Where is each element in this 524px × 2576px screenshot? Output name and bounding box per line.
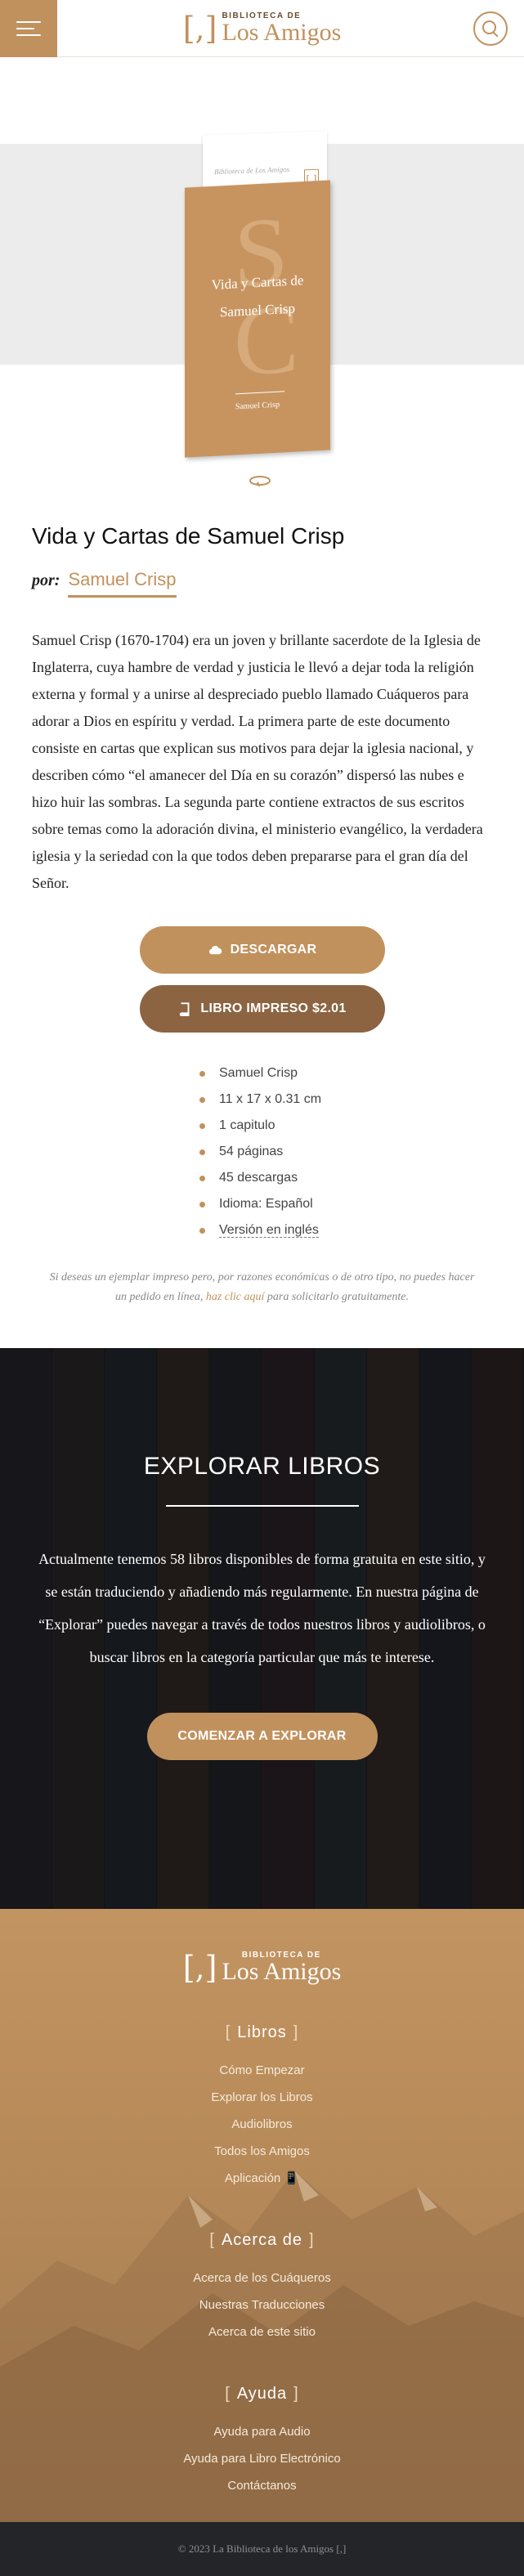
footer-heading-text: Acerca de — [221, 2231, 303, 2249]
cover-title-line: Vida y Cartas de — [211, 272, 304, 293]
fact-dimensions: 11 x 17 x 0.31 cm — [199, 1086, 492, 1113]
english-version-link[interactable]: Versión en inglés — [219, 1223, 319, 1238]
footer-heading-text: Libros — [237, 2023, 287, 2041]
book-actions: Descargar Libro Impreso $2.01 — [32, 926, 492, 1033]
menu-line — [16, 20, 41, 23]
book-front-cover: SC Vida y Cartas de Samuel Crisp Samuel … — [185, 180, 330, 458]
book-cover-area: Biblioteca de Los Amigos [,] SC Vida y C… — [0, 57, 524, 487]
footer-link[interactable]: Acerca de este sitio — [208, 2325, 316, 2339]
footer-heading: [Ayuda] — [225, 2385, 299, 2403]
explore-text: Actualmente tenemos 58 libros disponible… — [38, 1551, 486, 1665]
footer-content: [,] BIBLIOTECA DE Los Amigos [Libros] Có… — [0, 1909, 524, 2499]
footer-link[interactable]: Contáctanos — [227, 2479, 296, 2493]
print-request-note: Si deseas un ejemplar impreso pero, por … — [50, 1268, 475, 1307]
footer-links: Cómo Empezar Explorar los Libros Audioli… — [0, 2057, 524, 2192]
footer-link-item: Ayuda para Libro Electrónico — [0, 2445, 524, 2472]
footer-heading-text: Ayuda — [236, 2385, 288, 2403]
footer-link-item: Explorar los Libros — [0, 2084, 524, 2111]
footer-link[interactable]: Ayuda para Audio — [213, 2425, 310, 2439]
footer-link[interactable]: Nuestras Traducciones — [199, 2298, 325, 2312]
hamburger-menu-button[interactable] — [0, 0, 57, 57]
footer-link-item: Acerca de los Cuáqueros — [0, 2265, 524, 2292]
footer-link[interactable]: Cómo Empezar — [219, 2063, 304, 2077]
footer-link[interactable]: Audiolibros — [231, 2117, 292, 2131]
footer-links: Acerca de los Cuáqueros Nuestras Traducc… — [0, 2265, 524, 2345]
site-footer: [,] BIBLIOTECA DE Los Amigos [Libros] Có… — [0, 1909, 524, 2522]
footer-section-ayuda: [Ayuda] Ayuda para Audio Ayuda para Libr… — [0, 2385, 524, 2499]
note-text: para solicitarlo gratuitamente. — [266, 1291, 409, 1303]
copyright-text: © 2023 La Biblioteca de los Amigos [,] — [177, 2542, 347, 2555]
footer-link-item: Todos los Amigos — [0, 2138, 524, 2165]
download-button[interactable]: Descargar — [139, 926, 385, 974]
book-title: Vida y Cartas de Samuel Crisp — [32, 523, 345, 549]
footer-link[interactable]: Acerca de los Cuáqueros — [193, 2271, 330, 2285]
footer-heading: [Acerca de] — [209, 2231, 315, 2249]
flip-icon[interactable] — [248, 474, 272, 489]
logo-text: BIBLIOTECA DE Los Amigos — [222, 11, 342, 46]
footer-logo[interactable]: [,] BIBLIOTECA DE Los Amigos — [0, 1951, 524, 1984]
download-label: Descargar — [230, 943, 317, 956]
book-description: Samuel Crisp (1670-1704) era un joven y … — [32, 632, 483, 891]
footer-section-acerca: [Acerca de] Acerca de los Cuáqueros Nues… — [0, 2231, 524, 2345]
book-cover-3d[interactable]: Biblioteca de Los Amigos [,] SC Vida y C… — [185, 131, 332, 462]
footer-link-item: Audiolibros — [0, 2111, 524, 2138]
footer-link-item: Ayuda para Audio — [0, 2418, 524, 2445]
cover-title: Vida y Cartas de Samuel Crisp — [185, 265, 330, 328]
book-icon — [180, 1002, 190, 1016]
fact-chapters: 1 capitulo — [199, 1113, 492, 1139]
cloud-icon — [208, 945, 222, 955]
logo-bracket-icon: [,] — [182, 10, 217, 47]
book-details: Vida y Cartas de Samuel Crisp por: Samue… — [0, 523, 524, 1307]
byline: por: Samuel Crisp — [32, 569, 492, 598]
by-label: por: — [32, 571, 60, 589]
fact-language: Idioma: Español — [199, 1191, 492, 1217]
site-logo[interactable]: [,] BIBLIOTECA DE Los Amigos — [182, 10, 342, 47]
footer-heading: [Libros] — [225, 2023, 299, 2041]
print-label: Libro Impreso $2.01 — [200, 1001, 347, 1015]
book-page-text: Biblioteca de Los Amigos — [214, 164, 290, 177]
author-link[interactable]: Samuel Crisp — [68, 569, 177, 598]
copyright-bar: © 2023 La Biblioteca de los Amigos [,] — [0, 2522, 524, 2576]
fact-author: Samuel Crisp — [199, 1060, 492, 1086]
explore-title: EXPLORAR LIBROS — [143, 1453, 381, 1480]
logo-text: BIBLIOTECA DE Los Amigos — [222, 1951, 341, 1984]
fact-pages: 54 páginas — [199, 1139, 492, 1165]
menu-line — [16, 27, 34, 29]
start-exploring-button[interactable]: Comenzar a Explorar — [146, 1713, 378, 1760]
explore-rule — [165, 1505, 359, 1507]
printed-book-button[interactable]: Libro Impreso $2.01 — [139, 985, 385, 1033]
book-facts: Samuel Crisp 11 x 17 x 0.31 cm 1 capitul… — [199, 1060, 492, 1243]
cover-title-line: Samuel Crisp — [219, 300, 296, 320]
logo-big-text: Los Amigos — [222, 18, 342, 46]
explore-content: EXPLORAR LIBROS Actualmente tenemos 58 l… — [0, 1348, 524, 1760]
footer-link-item: Contáctanos — [0, 2472, 524, 2499]
footer-link-item: Acerca de este sitio — [0, 2318, 524, 2345]
search-button[interactable] — [473, 11, 508, 46]
footer-link-item: Nuestras Traducciones — [0, 2292, 524, 2318]
footer-section-libros: [Libros] Cómo Empezar Explorar los Libro… — [0, 2023, 524, 2192]
fact-downloads: 45 descargas — [199, 1165, 492, 1191]
footer-link[interactable]: Aplicación 📱 — [225, 2171, 299, 2185]
footer-link-item: Cómo Empezar — [0, 2057, 524, 2084]
logo-bracket-icon: [,] — [182, 1950, 217, 1986]
footer-link[interactable]: Todos los Amigos — [214, 2144, 310, 2158]
menu-line — [16, 34, 41, 36]
fact-english-version: Versión en inglés — [199, 1217, 492, 1243]
footer-link[interactable]: Ayuda para Libro Electrónico — [183, 2452, 340, 2466]
footer-link-item: Aplicación 📱 — [0, 2165, 524, 2192]
explore-section: EXPLORAR LIBROS Actualmente tenemos 58 l… — [0, 1348, 524, 1909]
footer-link[interactable]: Explorar los Libros — [211, 2090, 312, 2104]
footer-links: Ayuda para Audio Ayuda para Libro Electr… — [0, 2418, 524, 2499]
request-link[interactable]: haz clic aquí — [206, 1291, 265, 1303]
cover-author: Samuel Crisp — [235, 400, 280, 412]
site-header: [,] BIBLIOTECA DE Los Amigos — [0, 0, 524, 57]
logo-big-text: Los Amigos — [222, 1958, 342, 1985]
